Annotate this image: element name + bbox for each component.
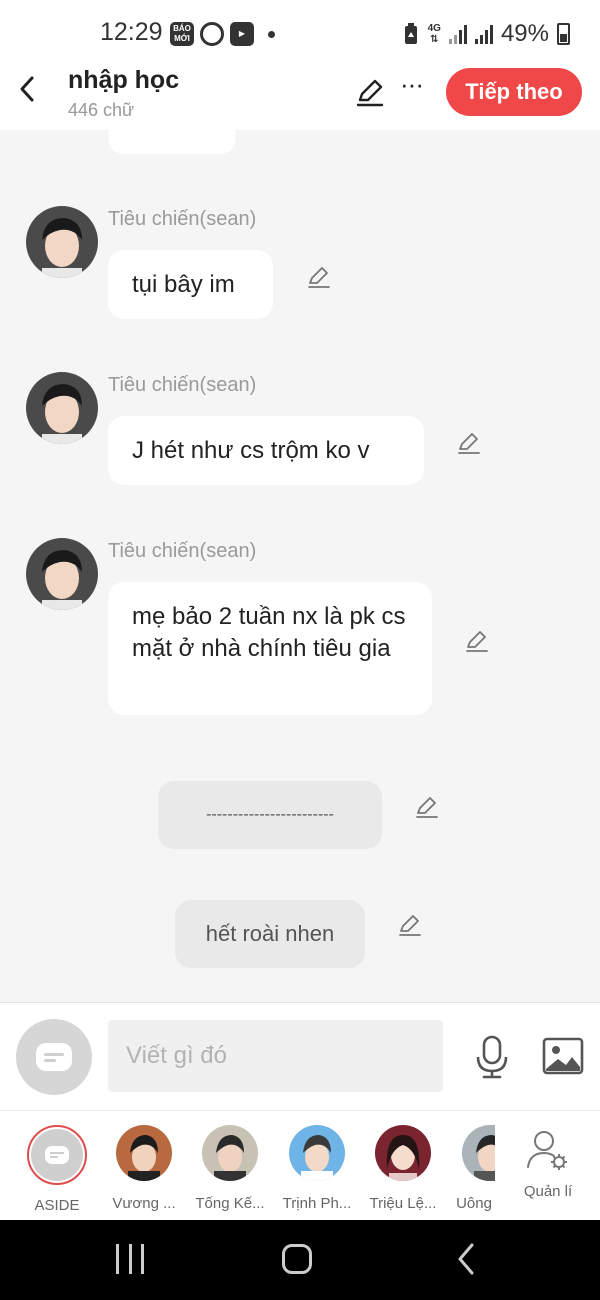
battery-percent: 49% <box>500 20 549 47</box>
avatar <box>289 1125 345 1181</box>
signal-icon-2 <box>474 24 493 44</box>
composer <box>0 1002 600 1110</box>
narration-bubble[interactable]: ------------------------ <box>158 781 382 849</box>
character-name: ASIDE <box>34 1197 80 1214</box>
battery-icon <box>557 23 570 45</box>
message-input[interactable] <box>108 1020 443 1092</box>
word-count: 446 chữ <box>68 100 135 120</box>
avatar <box>462 1125 495 1181</box>
character-item[interactable]: Trịnh Ph... <box>277 1125 357 1212</box>
sender-name: Tiêu chiến(sean) <box>108 374 257 396</box>
back-icon[interactable] <box>452 1242 480 1276</box>
edit-pencil-icon[interactable] <box>456 430 482 456</box>
home-icon[interactable] <box>282 1244 312 1274</box>
recent-apps-icon[interactable] <box>116 1244 144 1274</box>
speech-bubble-icon <box>36 1043 72 1071</box>
character-aside[interactable]: ASIDE <box>17 1125 97 1214</box>
video-icon: ▶ <box>230 22 254 46</box>
image-icon[interactable] <box>542 1037 584 1075</box>
edit-pencil-icon[interactable] <box>414 794 440 820</box>
story-title: nhập học <box>68 66 180 94</box>
baomoi-app-icon: BÁO MỚI <box>170 22 194 46</box>
avatar <box>375 1125 431 1181</box>
system-navigation-bar <box>0 1220 600 1300</box>
edit-pencil-icon[interactable] <box>354 76 386 108</box>
signal-icon <box>448 24 467 44</box>
sender-name: Tiêu chiến(sean) <box>108 208 257 230</box>
character-name: Triệu Lệ... <box>369 1195 437 1212</box>
next-button[interactable]: Tiếp theo <box>446 68 582 116</box>
character-bar: ASIDE Vương ... Tống Kế... Trịnh Ph... T… <box>0 1110 600 1220</box>
character-item[interactable]: Triệu Lệ... <box>363 1125 443 1212</box>
edit-pencil-icon[interactable] <box>464 628 490 654</box>
manage-characters-button[interactable]: Quản lí <box>508 1125 588 1200</box>
app-bar: nhập học 446 chữ ··· Tiếp theo <box>0 62 600 130</box>
character-name: Quản lí <box>523 1183 573 1200</box>
avatar <box>202 1125 258 1181</box>
message-bubble[interactable]: tụi bây im <box>108 250 273 319</box>
battery-saver-icon <box>404 23 417 44</box>
microphone-icon[interactable] <box>474 1035 510 1079</box>
compass-icon <box>200 22 224 46</box>
status-time: 12:29 <box>100 18 163 46</box>
system-indicators: 4G ⇅ 49% <box>402 20 570 48</box>
character-item[interactable]: Uông <box>434 1125 514 1212</box>
back-arrow-icon[interactable] <box>12 74 42 104</box>
character-name: Trịnh Ph... <box>282 1195 352 1212</box>
character-name: Uông <box>456 1195 492 1212</box>
chat-area[interactable]: Tiêu chiến(sean) tụi bây im Tiêu chiến(s… <box>0 130 600 1002</box>
message-bubble[interactable]: J hét như cs trộm ko v <box>108 416 424 485</box>
sender-name: Tiêu chiến(sean) <box>108 540 257 562</box>
network-type: 4G ⇅ <box>427 23 441 45</box>
avatar[interactable] <box>26 372 98 444</box>
character-item[interactable]: Vương ... <box>104 1125 184 1212</box>
avatar <box>116 1125 172 1181</box>
narration-bubble[interactable]: hết roài nhen <box>175 900 365 968</box>
message-bubble[interactable]: mẹ bảo 2 tuần nx là pk cs mặt ở nhà chín… <box>108 582 432 715</box>
character-name: Tống Kế... <box>195 1195 265 1212</box>
user-settings-icon <box>527 1131 567 1170</box>
edit-pencil-icon[interactable] <box>397 912 423 938</box>
character-item[interactable]: Tống Kế... <box>190 1125 270 1212</box>
notification-icons: BÁO MỚI ▶ <box>170 22 275 46</box>
more-notifications-dot <box>268 30 275 38</box>
character-name: Vương ... <box>112 1195 176 1212</box>
avatar[interactable] <box>26 206 98 278</box>
avatar[interactable] <box>26 538 98 610</box>
message-bubble-partial[interactable] <box>108 130 236 154</box>
aside-toggle-button[interactable] <box>16 1019 92 1095</box>
edit-pencil-icon[interactable] <box>306 264 332 290</box>
speech-bubble-icon <box>45 1146 69 1164</box>
more-options-icon[interactable]: ··· <box>400 71 428 104</box>
status-bar: 12:29 BÁO MỚI ▶ 4G ⇅ 49% <box>0 0 600 66</box>
